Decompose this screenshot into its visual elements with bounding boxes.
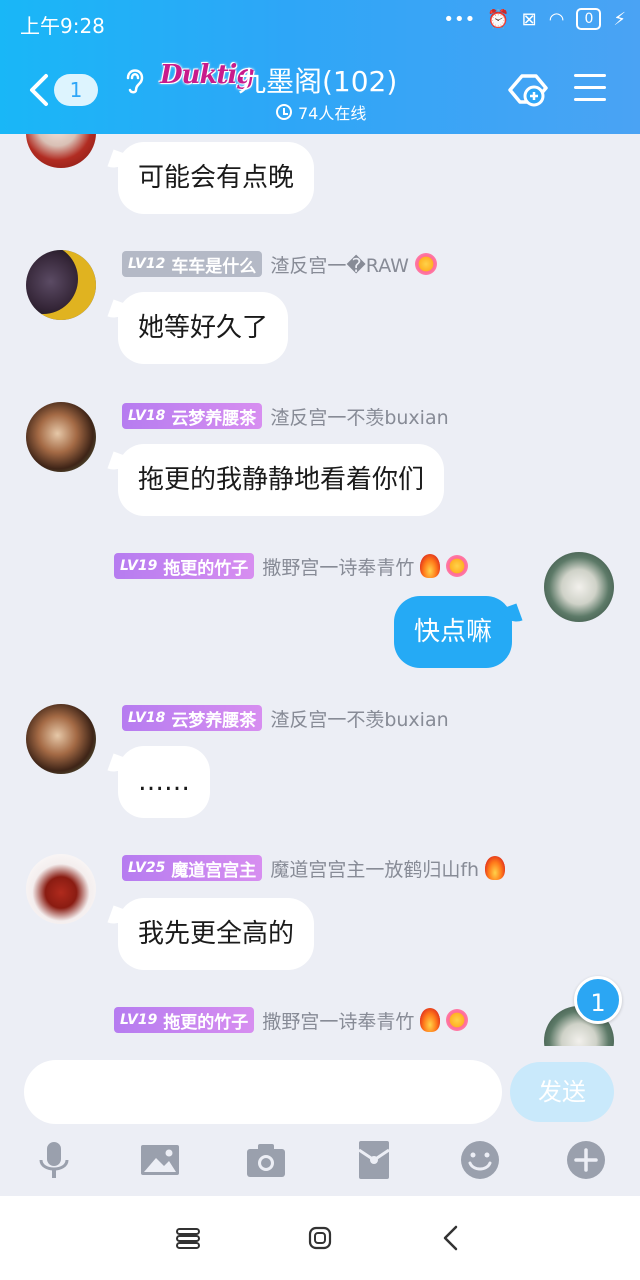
sender-info: LV25 魔道宫宫主 魔道宫宫主一放鹤归山fh [122, 854, 506, 882]
chat-header: 上午9:28 ••• ⏰ ⊠ ◠ 0 ⚡ 1 Duktig 九墨阁(102) 7… [0, 0, 640, 134]
ear-icon[interactable] [122, 64, 146, 94]
level-badge: LV19 拖更的竹子 [114, 1007, 255, 1033]
new-message-count[interactable]: 1 [574, 976, 622, 1024]
message-bubble[interactable]: 我先更全高的 [118, 898, 315, 970]
send-button[interactable]: 发送 [510, 1062, 614, 1122]
avatar[interactable] [26, 402, 96, 472]
battery-icon: 0 [576, 8, 602, 30]
input-toolbar [0, 1138, 640, 1188]
emoji-icon[interactable] [458, 1138, 502, 1182]
level-text: LV12 [128, 256, 166, 272]
sender-name[interactable]: 渣反宫一不羡buxian [270, 705, 448, 732]
sender-info: LV19 拖更的竹子 撒野宫一诗奉青竹 [114, 552, 469, 580]
sender-name[interactable]: 魔道宫宫主一放鹤归山fh [270, 855, 479, 882]
plus-icon[interactable] [564, 1138, 608, 1182]
level-text: LV25 [128, 860, 166, 876]
message-bubble[interactable]: 拖更的我静静地看着你们 [118, 444, 445, 516]
avatar[interactable] [544, 552, 614, 622]
fire-icon [485, 856, 506, 880]
badge-title: 云梦养腰茶 [171, 710, 257, 731]
avatar[interactable] [26, 134, 96, 168]
status-icons: ••• ⏰ ⊠ ◠ 0 ⚡ [443, 8, 626, 30]
message-bubble[interactable]: …… [118, 746, 210, 818]
fire-icon [420, 1008, 441, 1032]
sender-name[interactable]: 渣反宫一不羡buxian [270, 403, 448, 430]
sender-info: LV12 车车是什么 渣反宫一�RAW [122, 250, 437, 278]
level-text: LV18 [128, 710, 166, 726]
online-status: 74人在线 [276, 100, 366, 124]
sender-info: LV19 拖更的竹子 撒野宫一诗奉青竹 [114, 1006, 469, 1034]
share-link-icon[interactable] [506, 70, 550, 110]
message-bubble[interactable]: 快点嘛 [394, 596, 513, 668]
emoji-medal-icon [446, 1009, 469, 1031]
sim-off-icon: ⊠ [521, 8, 537, 30]
message-bubble[interactable]: 她等好久了 [118, 292, 289, 364]
level-badge: LV25 魔道宫宫主 [122, 855, 263, 881]
message-list[interactable]: 可能会有点晚 LV12 车车是什么 渣反宫一�RAW 她等好久了 LV18 云梦… [0, 134, 640, 1046]
online-count: 74人在线 [298, 104, 367, 123]
badge-title: 云梦养腰茶 [171, 408, 257, 429]
unread-count-badge[interactable]: 1 [54, 74, 98, 106]
charging-icon: ⚡ [613, 8, 626, 30]
badge-title: 车车是什么 [171, 256, 257, 277]
badge-title: 魔道宫宫主 [171, 860, 257, 881]
level-badge: LV12 车车是什么 [122, 251, 263, 277]
badge-title: 拖更的竹子 [163, 1012, 249, 1033]
sender-name[interactable]: 撒野宫一诗奉青竹 [262, 1007, 414, 1034]
level-badge: LV19 拖更的竹子 [114, 553, 255, 579]
level-badge: LV18 云梦养腰茶 [122, 705, 263, 731]
avatar[interactable] [26, 250, 96, 320]
sender-name[interactable]: 撒野宫一诗奉青竹 [262, 553, 414, 580]
sender-info: LV18 云梦养腰茶 渣反宫一不羡buxian [122, 402, 449, 430]
sender-name[interactable]: 渣反宫一�RAW [270, 251, 409, 278]
input-bar: 发送 [0, 1046, 640, 1196]
message-bubble[interactable]: 可能会有点晚 [118, 142, 315, 214]
emoji-medal-icon [414, 253, 437, 275]
home-icon[interactable] [304, 1222, 336, 1254]
avatar[interactable] [26, 704, 96, 774]
camera-icon[interactable] [244, 1138, 288, 1182]
sender-info: LV18 云梦养腰茶 渣反宫一不羡buxian [122, 704, 449, 732]
back-nav-icon[interactable] [436, 1222, 468, 1254]
more-dots-icon: ••• [443, 8, 476, 30]
level-text: LV19 [120, 1012, 158, 1028]
group-title[interactable]: 九墨阁(102) [238, 60, 397, 100]
recent-apps-icon[interactable] [172, 1222, 204, 1254]
alarm-icon: ⏰ [487, 8, 510, 30]
red-packet-icon[interactable] [352, 1138, 396, 1182]
level-text: LV19 [120, 558, 158, 574]
level-text: LV18 [128, 408, 166, 424]
fire-icon [420, 554, 441, 578]
clock-icon [276, 104, 292, 120]
emoji-medal-icon [446, 555, 469, 577]
system-nav-bar [0, 1196, 640, 1280]
wifi-icon: ◠ [548, 8, 565, 30]
avatar[interactable] [26, 854, 96, 924]
menu-icon[interactable] [574, 74, 606, 102]
level-badge: LV18 云梦养腰茶 [122, 403, 263, 429]
badge-title: 拖更的竹子 [163, 558, 249, 579]
status-time: 上午9:28 [20, 14, 105, 38]
image-icon[interactable] [138, 1138, 182, 1182]
microphone-icon[interactable] [32, 1138, 76, 1182]
message-input[interactable] [24, 1060, 502, 1124]
